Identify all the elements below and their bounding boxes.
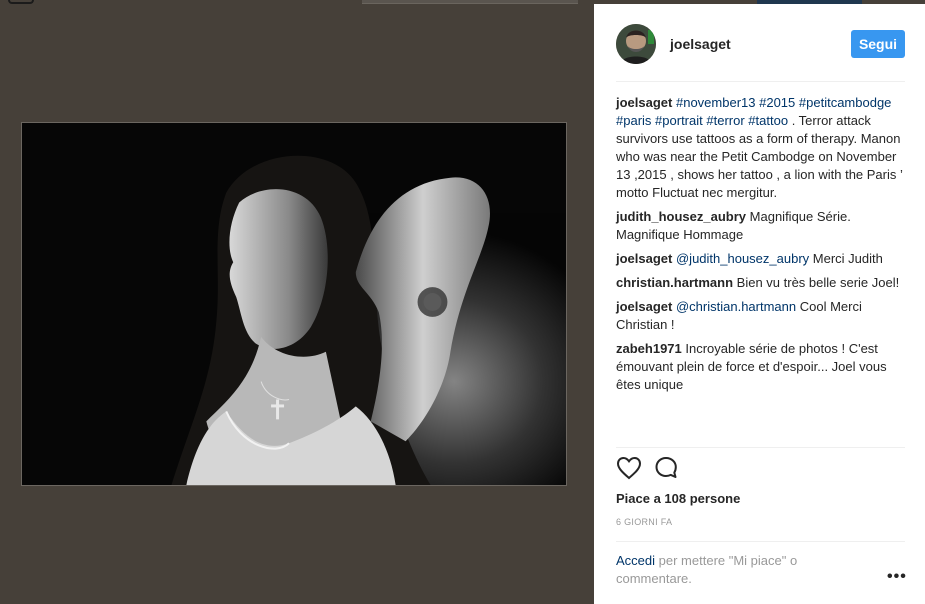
comment-text: Bien vu très belle serie Joel!	[736, 275, 900, 290]
comment-item: christian.hartmann Bien vu très belle se…	[616, 274, 911, 292]
caption-username-link[interactable]: joelsaget	[616, 95, 672, 110]
login-prompt: Accedi per mettere "Mi piace" o commenta…	[616, 552, 846, 588]
likes-count[interactable]: Piace a 108 persone	[616, 491, 740, 506]
comment-item: zabeh1971 Incroyable série de photos ! C…	[616, 340, 911, 394]
post-timestamp[interactable]: 6 GIORNI FA	[616, 517, 672, 527]
comment-username-link[interactable]: zabeh1971	[616, 341, 682, 356]
comment-username-link[interactable]: joelsaget	[616, 299, 672, 314]
close-overlay-icon[interactable]	[8, 0, 34, 4]
hashtag-link[interactable]: #tattoo	[748, 113, 788, 128]
hashtag-link[interactable]: #paris	[616, 113, 651, 128]
actions-divider	[616, 447, 905, 448]
post-header: joelsaget Segui	[594, 4, 925, 82]
comments-list: joelsaget #november13 #2015 #petitcambod…	[616, 94, 911, 400]
hashtag-link[interactable]: #terror	[706, 113, 744, 128]
mention-link[interactable]: @christian.hartmann	[676, 299, 796, 314]
background-search-field	[362, 0, 578, 4]
post-photo	[21, 122, 567, 486]
comment-username-link[interactable]: christian.hartmann	[616, 275, 733, 290]
more-options-icon[interactable]: •••	[887, 568, 907, 586]
comment-item: joelsaget @judith_housez_aubry Merci Jud…	[616, 250, 911, 268]
comment-bubble-icon[interactable]	[654, 456, 680, 480]
avatar-image	[616, 24, 656, 64]
hashtag-link[interactable]: #portrait	[655, 113, 703, 128]
post-actions	[616, 456, 736, 484]
heart-icon[interactable]	[616, 456, 642, 480]
follow-button[interactable]: Segui	[851, 30, 905, 58]
login-link[interactable]: Accedi	[616, 553, 655, 568]
comment-text: Merci Judith	[812, 251, 883, 266]
header-username-link[interactable]: joelsaget	[670, 36, 731, 52]
caption: joelsaget #november13 #2015 #petitcambod…	[616, 94, 911, 202]
avatar[interactable]	[616, 24, 656, 64]
hashtag-link[interactable]: #november13	[676, 95, 756, 110]
header-divider	[616, 81, 905, 82]
footer-divider	[616, 541, 905, 542]
post-details-panel: joelsaget Segui joelsaget #november13 #2…	[594, 4, 925, 604]
portrait-image	[22, 123, 566, 485]
hashtag-link[interactable]: #2015	[759, 95, 795, 110]
comment-item: judith_housez_aubry Magnifique Série. Ma…	[616, 208, 911, 244]
mention-link[interactable]: @judith_housez_aubry	[676, 251, 809, 266]
hashtag-link[interactable]: #petitcambodge	[799, 95, 892, 110]
comment-username-link[interactable]: joelsaget	[616, 251, 672, 266]
comment-username-link[interactable]: judith_housez_aubry	[616, 209, 746, 224]
comment-item: joelsaget @christian.hartmann Cool Merci…	[616, 298, 911, 334]
